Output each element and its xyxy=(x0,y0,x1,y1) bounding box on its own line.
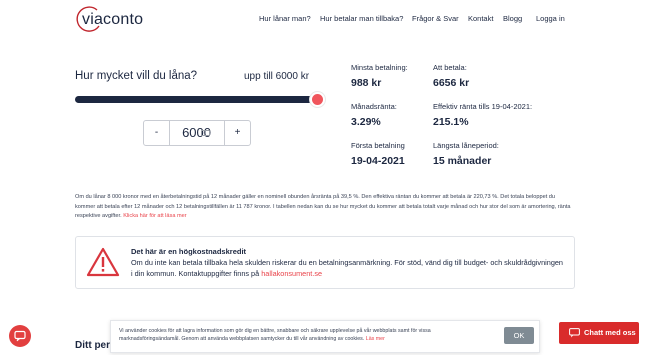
site-header: viaconto Hur lånar man? Hur betalar man … xyxy=(0,0,650,38)
warning-title: Det här är en högkostnadskredit xyxy=(131,247,247,256)
chat-button-label: Chatt med oss xyxy=(584,328,636,337)
first-payment-label: Första betalning xyxy=(351,141,405,150)
calculator-title: Hur mycket vill du låna? xyxy=(75,70,198,82)
cookie-banner: Vi använder cookies för att lagra inform… xyxy=(110,320,540,353)
nav-how-to-repay[interactable]: Hur betalar man tillbaka? xyxy=(320,14,403,23)
min-payment-label: Minsta betalning: xyxy=(351,63,408,72)
longest-period-value: 15 månader xyxy=(433,155,492,167)
warning-triangle-icon xyxy=(86,247,120,277)
amount-stepper: - 6000 + xyxy=(143,120,251,146)
to-pay-value: 6656 kr xyxy=(433,77,470,89)
increase-button[interactable]: + xyxy=(224,121,250,145)
logo-text: viaconto xyxy=(82,11,144,28)
nav-contact[interactable]: Kontakt xyxy=(468,14,493,23)
warning-text: Om du inte kan betala tillbaka hela skul… xyxy=(131,258,566,279)
chat-icon xyxy=(569,328,580,338)
high-cost-credit-warning: Det här är en högkostnadskredit Om du in… xyxy=(75,236,575,289)
warning-body: Om du inte kan betala tillbaka hela skul… xyxy=(131,258,563,278)
first-payment-value: 19-04-2021 xyxy=(351,155,405,167)
amount-input[interactable]: 6000 xyxy=(171,121,225,145)
viaconto-logo[interactable]: viaconto xyxy=(75,6,145,32)
amount-slider-track[interactable] xyxy=(75,96,319,103)
longest-period-label: Längsta låneperiod: xyxy=(433,141,499,150)
read-more-link[interactable]: Klicka här för att läsa mer xyxy=(123,213,186,219)
chat-icon xyxy=(14,330,26,342)
nav-how-to-borrow[interactable]: Hur lånar man? xyxy=(259,14,311,23)
amount-slider-thumb[interactable] xyxy=(310,92,325,107)
min-payment-value: 988 kr xyxy=(351,77,382,89)
keyboard-icon xyxy=(201,130,210,136)
loan-example-text: Om du lånar 8 000 kronor med en återbeta… xyxy=(75,193,575,222)
decrease-button[interactable]: - xyxy=(144,121,170,145)
monthly-rate-label: Månadsränta: xyxy=(351,102,397,111)
login-link[interactable]: Logga in xyxy=(536,14,565,23)
nav-blog[interactable]: Blogg xyxy=(503,14,522,23)
to-pay-label: Att betala: xyxy=(433,63,467,72)
cookie-read-more-link[interactable]: Läs mer xyxy=(366,336,385,342)
cookie-text: Vi använder cookies för att lagra inform… xyxy=(119,327,464,343)
calculator-max-amount: upp till 6000 kr xyxy=(244,71,310,82)
hallakonsument-link[interactable]: hallakonsument.se xyxy=(261,269,322,278)
cookie-ok-button[interactable]: OK xyxy=(504,327,534,344)
nav-faq[interactable]: Frågor & Svar xyxy=(412,14,459,23)
effective-rate-value: 215.1% xyxy=(433,116,469,128)
chat-with-us-button[interactable]: Chatt med oss xyxy=(559,322,639,344)
chat-bubble-button[interactable] xyxy=(9,325,31,347)
monthly-rate-value: 3.29% xyxy=(351,116,381,128)
effective-rate-label: Effektiv ränta tills 19-04-2021: xyxy=(433,102,533,111)
